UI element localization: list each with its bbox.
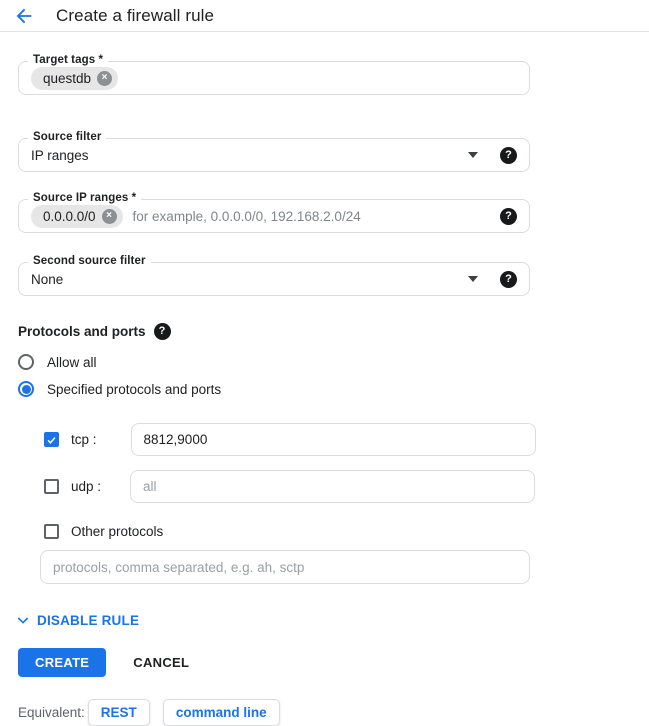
tcp-ports-input[interactable] — [131, 423, 536, 456]
cancel-button[interactable]: CANCEL — [133, 655, 189, 670]
disable-rule-toggle[interactable]: DISABLE RULE — [15, 612, 649, 628]
chevron-down-icon — [15, 612, 31, 628]
protocols-help-icon[interactable]: ? — [154, 323, 171, 340]
source-filter-value: IP ranges — [31, 148, 89, 163]
tcp-checkbox[interactable] — [44, 432, 59, 447]
other-protocols-input[interactable] — [40, 550, 530, 584]
source-ip-help-icon[interactable]: ? — [500, 208, 517, 225]
second-source-filter-label: Second source filter — [28, 255, 151, 267]
radio-specified-label: Specified protocols and ports — [47, 382, 221, 397]
protocols-section-text: Protocols and ports — [18, 324, 146, 339]
remove-chip-icon[interactable]: × — [102, 209, 117, 224]
source-filter-select[interactable]: Source filter IP ranges ? — [18, 138, 530, 172]
udp-checkbox[interactable] — [44, 479, 59, 494]
radio-off-icon[interactable] — [18, 354, 34, 370]
command-line-button[interactable]: command line — [163, 699, 280, 726]
protocols-section-label: Protocols and ports ? — [18, 323, 649, 340]
udp-row: udp : — [44, 470, 649, 503]
second-source-filter-select[interactable]: Second source filter None ? — [18, 262, 530, 296]
udp-ports-input[interactable] — [130, 470, 535, 503]
other-protocols-checkbox[interactable] — [44, 524, 59, 539]
tcp-label: tcp : — [71, 432, 97, 447]
action-row: CREATE CANCEL — [18, 648, 649, 677]
create-button[interactable]: CREATE — [18, 648, 106, 677]
radio-on-icon[interactable] — [18, 381, 34, 397]
back-arrow-icon[interactable] — [13, 5, 35, 27]
other-protocols-row: Other protocols — [44, 522, 649, 540]
source-ip-placeholder: for example, 0.0.0.0/0, 192.168.2.0/24 — [133, 209, 361, 224]
page-title: Create a firewall rule — [56, 6, 214, 26]
target-tag-chip-text: questdb — [43, 71, 91, 86]
rest-button[interactable]: REST — [88, 699, 150, 726]
other-protocols-label: Other protocols — [71, 524, 163, 539]
radio-allow-all-label: Allow all — [47, 355, 97, 370]
second-source-filter-value: None — [31, 272, 63, 287]
source-ip-chip: 0.0.0.0/0 × — [31, 205, 123, 228]
page-header: Create a firewall rule — [0, 0, 649, 32]
check-icon — [46, 434, 57, 446]
target-tags-field[interactable]: Target tags * questdb × — [18, 61, 530, 95]
chevron-down-icon[interactable] — [468, 152, 478, 158]
radio-specified[interactable]: Specified protocols and ports — [18, 380, 649, 398]
source-filter-help-icon[interactable]: ? — [500, 147, 517, 164]
source-ip-chip-text: 0.0.0.0/0 — [43, 209, 96, 224]
udp-label: udp : — [71, 479, 101, 494]
equivalent-row: Equivalent: REST command line — [18, 699, 649, 726]
second-source-filter-help-icon[interactable]: ? — [500, 271, 517, 288]
tcp-row: tcp : — [44, 423, 649, 456]
chevron-down-icon[interactable] — [468, 276, 478, 282]
source-filter-label: Source filter — [28, 131, 106, 143]
disable-rule-label: DISABLE RULE — [37, 613, 139, 628]
target-tags-label: Target tags * — [28, 54, 108, 66]
source-ip-ranges-field[interactable]: Source IP ranges * 0.0.0.0/0 × for examp… — [18, 199, 530, 233]
source-ip-ranges-label: Source IP ranges * — [28, 192, 141, 204]
radio-allow-all[interactable]: Allow all — [18, 353, 649, 371]
target-tag-chip: questdb × — [31, 67, 118, 90]
remove-chip-icon[interactable]: × — [97, 71, 112, 86]
